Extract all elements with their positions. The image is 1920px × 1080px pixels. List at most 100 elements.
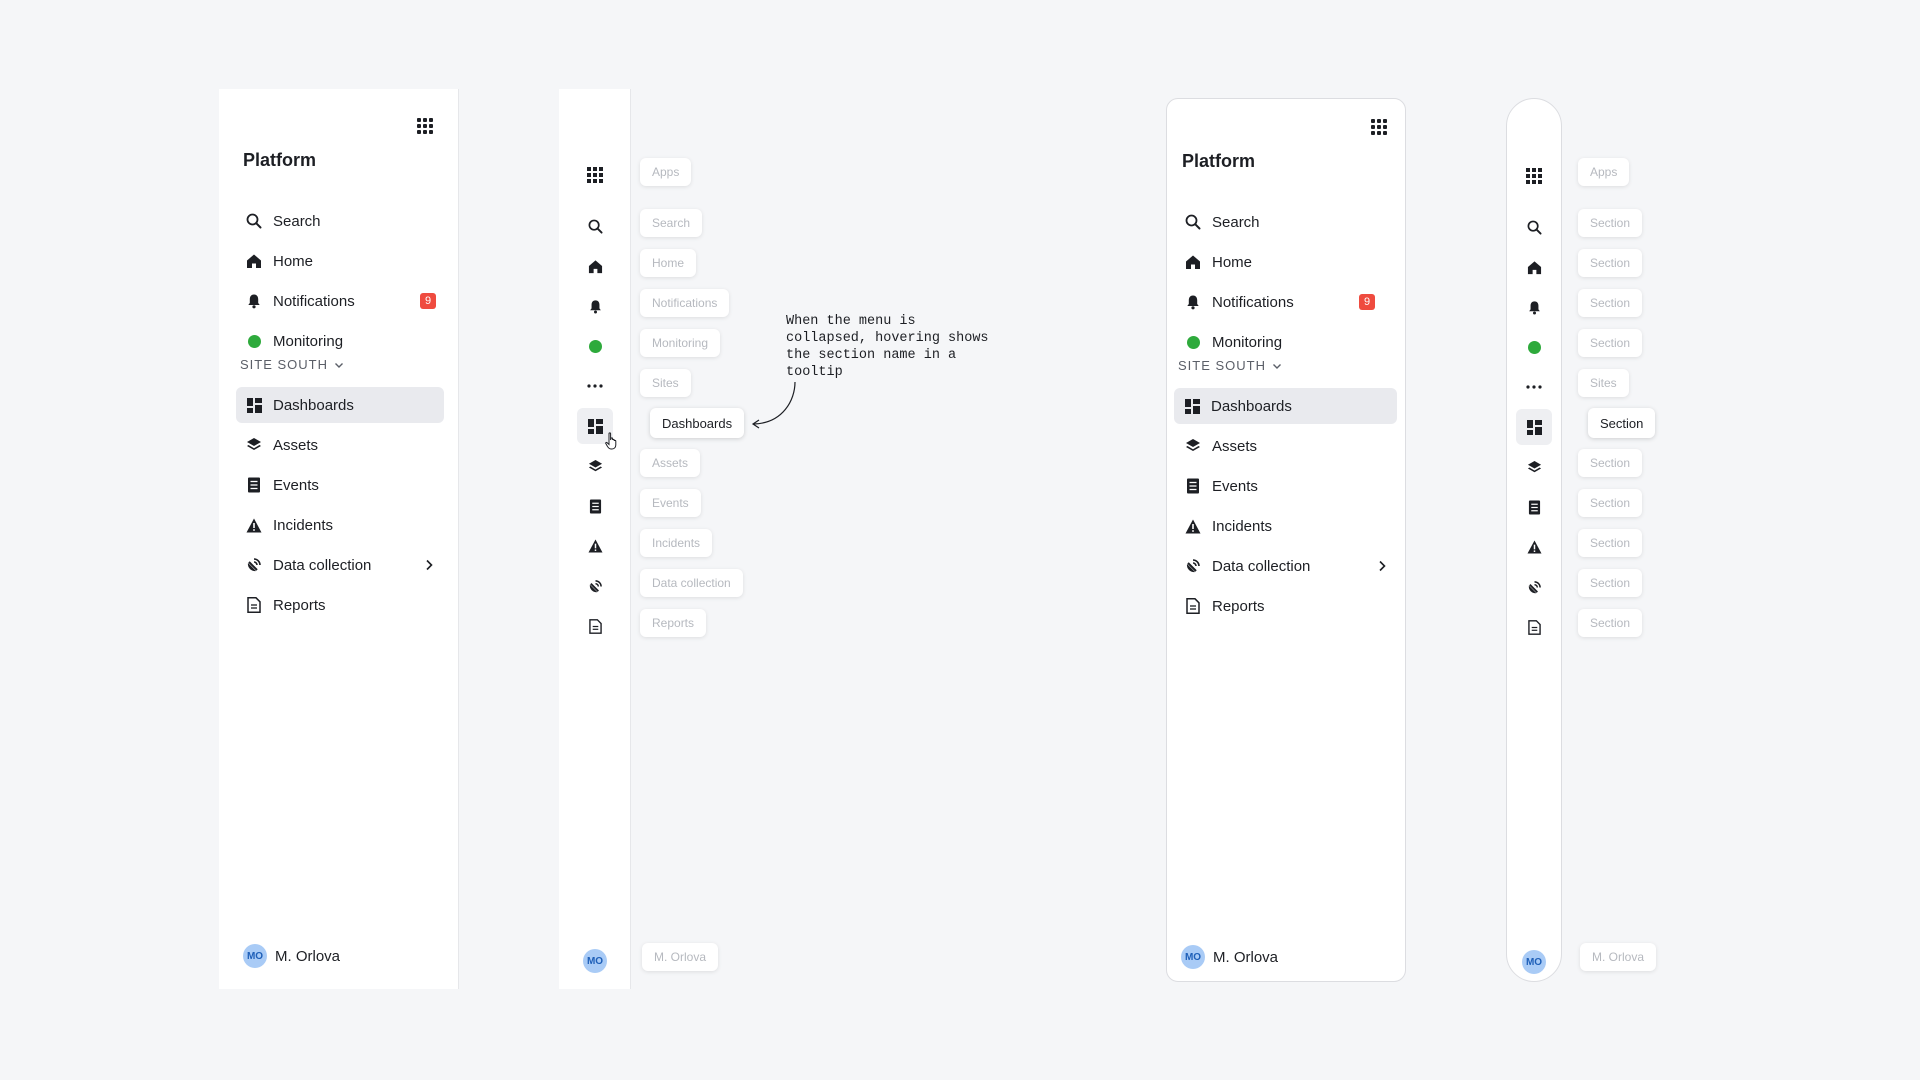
dashboard-icon bbox=[245, 396, 263, 414]
collapsed-sidebar: MO bbox=[559, 89, 631, 989]
tooltip: Notifications bbox=[640, 289, 730, 317]
tooltip: Section bbox=[1578, 609, 1643, 637]
document-list-icon[interactable] bbox=[1516, 489, 1552, 525]
tooltip-active: Dashboards bbox=[650, 408, 745, 438]
avatar: MO bbox=[1181, 945, 1205, 969]
tooltip: Data collection bbox=[640, 569, 743, 597]
search-icon bbox=[1184, 213, 1202, 231]
user-profile[interactable]: MO M. Orlova bbox=[1181, 945, 1278, 969]
more-icon[interactable] bbox=[577, 368, 613, 404]
nav-item-monitoring[interactable]: Monitoring bbox=[1175, 324, 1383, 360]
nav-item-label: Notifications bbox=[1212, 293, 1294, 311]
layers-icon bbox=[1184, 437, 1202, 455]
chevron-down-icon bbox=[1273, 363, 1282, 369]
tooltip: Section bbox=[1578, 529, 1643, 557]
nav-item-reports[interactable]: Reports bbox=[236, 587, 444, 623]
expanded-sidebar: Platform Search Home Notifications 9 Mon… bbox=[219, 89, 459, 989]
user-profile[interactable]: MO bbox=[577, 943, 613, 979]
nav-item-assets[interactable]: Assets bbox=[1175, 428, 1383, 464]
nav-item-label: Dashboards bbox=[1211, 397, 1292, 415]
nav-item-label: Incidents bbox=[273, 516, 334, 534]
nav-item-events[interactable]: Events bbox=[236, 467, 444, 503]
tooltip: Section bbox=[1578, 249, 1643, 277]
annotation-note: When the menu is collapsed, hovering sho… bbox=[786, 314, 989, 380]
search-icon[interactable] bbox=[1516, 209, 1552, 245]
tooltip: Section bbox=[1578, 449, 1643, 477]
warning-icon[interactable] bbox=[577, 528, 613, 564]
data-collection-icon[interactable] bbox=[577, 568, 613, 604]
nav-item-incidents[interactable]: Incidents bbox=[1175, 508, 1383, 544]
nav-item-search[interactable]: Search bbox=[236, 203, 444, 239]
data-collection-icon bbox=[1184, 557, 1202, 575]
tooltip: Assets bbox=[640, 449, 701, 477]
tooltip-user: M. Orlova bbox=[642, 943, 719, 971]
search-icon[interactable] bbox=[577, 208, 613, 244]
layers-icon[interactable] bbox=[1516, 449, 1552, 485]
nav-item-data-collection[interactable]: Data collection bbox=[1175, 548, 1397, 584]
document-list-icon[interactable] bbox=[577, 488, 613, 524]
site-group-selector[interactable]: SITE SOUTH bbox=[1178, 358, 1282, 373]
bell-icon[interactable] bbox=[577, 288, 613, 324]
tooltip: Incidents bbox=[640, 529, 713, 557]
tooltip: Search bbox=[640, 209, 703, 237]
app-grid-icon[interactable] bbox=[1371, 119, 1389, 137]
nav-item-monitoring[interactable]: Monitoring bbox=[236, 323, 444, 359]
dashboard-icon[interactable] bbox=[1516, 409, 1552, 445]
report-icon bbox=[245, 596, 263, 614]
user-profile[interactable]: MO M. Orlova bbox=[243, 944, 340, 968]
site-group-selector[interactable]: SITE SOUTH bbox=[240, 357, 344, 372]
home-icon[interactable] bbox=[577, 248, 613, 284]
nav-item-data-collection[interactable]: Data collection bbox=[236, 547, 444, 583]
tooltip-active: Section bbox=[1588, 408, 1656, 438]
warning-icon bbox=[245, 516, 263, 534]
avatar: MO bbox=[1522, 950, 1546, 974]
nav-item-label: Monitoring bbox=[273, 332, 344, 350]
tooltip: Section bbox=[1578, 209, 1643, 237]
tooltip-apps: Apps bbox=[640, 158, 692, 186]
nav-item-dashboards[interactable]: Dashboards bbox=[1174, 388, 1397, 424]
more-icon[interactable] bbox=[1516, 369, 1552, 405]
nav-item-search[interactable]: Search bbox=[1175, 204, 1383, 240]
tooltip: Section bbox=[1578, 289, 1643, 317]
platform-title: Platform bbox=[243, 150, 317, 170]
nav-item-home[interactable]: Home bbox=[236, 243, 444, 279]
user-name: M. Orlova bbox=[1213, 948, 1279, 966]
nav-item-events[interactable]: Events bbox=[1175, 468, 1383, 504]
notification-badge: 9 bbox=[420, 293, 436, 309]
nav-item-label: Dashboards bbox=[273, 396, 354, 414]
report-icon[interactable] bbox=[1516, 609, 1552, 645]
nav-item-incidents[interactable]: Incidents bbox=[236, 507, 444, 543]
nav-item-notifications[interactable]: Notifications 9 bbox=[1175, 284, 1383, 320]
nav-item-label: Events bbox=[1212, 477, 1258, 495]
nav-item-home[interactable]: Home bbox=[1175, 244, 1383, 280]
notification-badge: 9 bbox=[1359, 294, 1375, 310]
bell-icon[interactable] bbox=[1516, 289, 1552, 325]
site-group-label: SITE SOUTH bbox=[240, 357, 329, 372]
app-grid-icon[interactable] bbox=[1516, 158, 1552, 194]
status-dot-icon[interactable] bbox=[577, 328, 613, 364]
nav-item-assets[interactable]: Assets bbox=[236, 427, 444, 463]
layers-icon bbox=[245, 436, 263, 454]
data-collection-icon[interactable] bbox=[1516, 569, 1552, 605]
nav-item-dashboards[interactable]: Dashboards bbox=[236, 387, 444, 423]
nav-item-reports[interactable]: Reports bbox=[1175, 588, 1383, 624]
app-grid-icon[interactable] bbox=[577, 157, 613, 193]
nav-item-notifications[interactable]: Notifications 9 bbox=[236, 283, 444, 319]
report-icon[interactable] bbox=[577, 608, 613, 644]
home-icon[interactable] bbox=[1516, 249, 1552, 285]
warning-icon[interactable] bbox=[1516, 529, 1552, 565]
tooltip: Section bbox=[1578, 489, 1643, 517]
layers-icon[interactable] bbox=[577, 448, 613, 484]
nav-item-label: Data collection bbox=[1212, 557, 1311, 575]
status-dot-icon[interactable] bbox=[1516, 329, 1552, 365]
bell-icon bbox=[245, 292, 263, 310]
nav-item-label: Home bbox=[273, 252, 314, 270]
status-dot-icon bbox=[245, 332, 263, 350]
collapsed-sidebar-rounded: MO bbox=[1506, 98, 1562, 982]
search-icon bbox=[245, 212, 263, 230]
annotation-arrow bbox=[751, 381, 796, 429]
app-grid-icon[interactable] bbox=[417, 118, 435, 136]
data-collection-icon bbox=[245, 556, 263, 574]
chevron-right-icon bbox=[1377, 560, 1387, 572]
user-profile[interactable]: MO bbox=[1516, 944, 1552, 980]
